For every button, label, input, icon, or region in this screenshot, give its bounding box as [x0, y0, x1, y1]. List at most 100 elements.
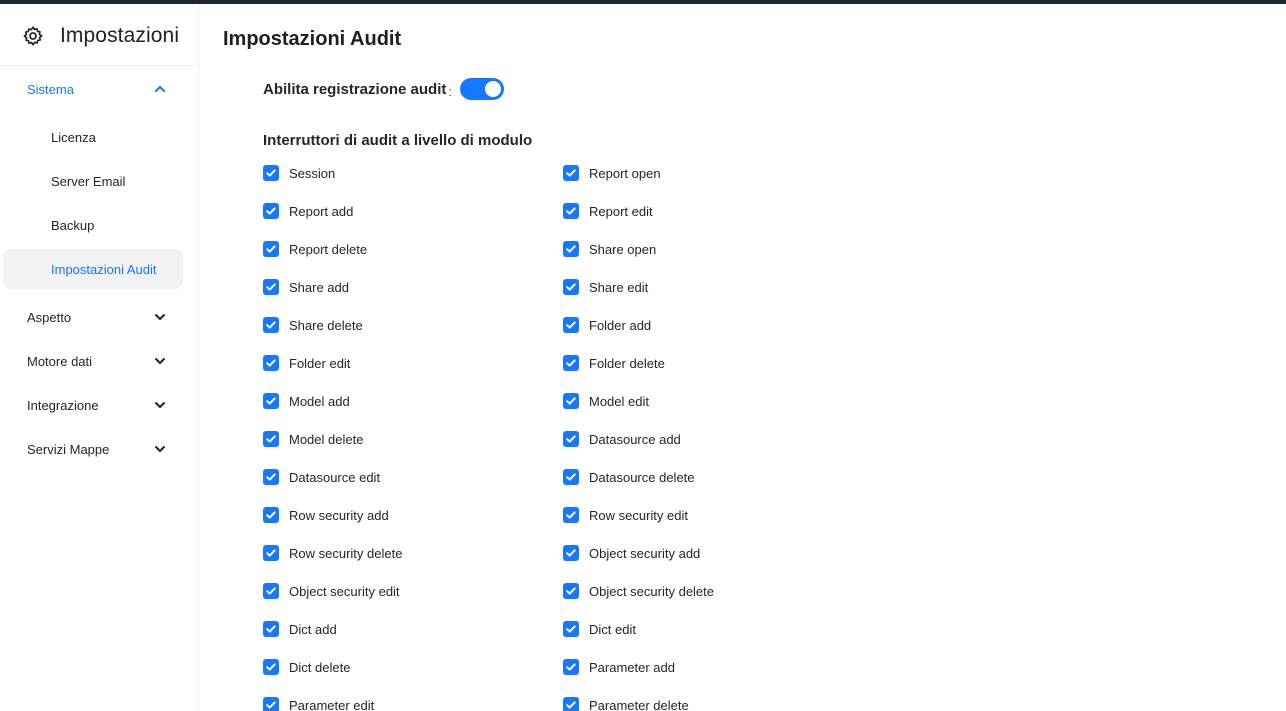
- audit-module-checkbox[interactable]: Datasource add: [563, 429, 681, 449]
- audit-module-label: Model edit: [589, 393, 649, 409]
- audit-module-label: Object security delete: [589, 583, 715, 599]
- sidebar-item-label: Licenza: [51, 129, 96, 145]
- check-icon: [563, 355, 579, 371]
- sidebar-group-label: Motore dati: [27, 353, 93, 369]
- audit-module-label: Report open: [589, 165, 661, 181]
- toggle-knob: [485, 81, 501, 97]
- audit-module-checkbox[interactable]: Folder delete: [563, 353, 665, 373]
- gear-icon: [22, 25, 44, 47]
- audit-module-checkbox[interactable]: Object security add: [563, 543, 700, 563]
- audit-module-checkbox[interactable]: Report open: [563, 163, 661, 183]
- audit-module-label: Dict add: [289, 621, 337, 637]
- check-icon: [263, 431, 279, 447]
- audit-module-checkbox[interactable]: Parameter delete: [563, 695, 689, 711]
- audit-module-checkbox[interactable]: Report delete: [263, 239, 367, 259]
- check-icon: [263, 621, 279, 637]
- check-icon: [563, 697, 579, 711]
- audit-module-label: Folder edit: [289, 355, 351, 371]
- check-icon: [563, 203, 579, 219]
- check-icon: [563, 469, 579, 485]
- audit-module-checkbox[interactable]: Dict edit: [563, 619, 636, 639]
- check-icon: [263, 545, 279, 561]
- audit-module-label: Model delete: [289, 431, 364, 447]
- sidebar-item-server-email[interactable]: Server Email: [3, 161, 183, 201]
- sidebar-group-label: Aspetto: [27, 309, 72, 325]
- audit-module-label: Row security delete: [289, 545, 403, 561]
- sidebar-group-motore-dati[interactable]: Motore dati: [3, 341, 183, 381]
- check-icon: [563, 545, 579, 561]
- sidebar-item-label: Impostazioni Audit: [51, 261, 157, 277]
- audit-module-label: Share delete: [289, 317, 363, 333]
- audit-module-checkbox[interactable]: Dict add: [263, 619, 337, 639]
- audit-module-label: Row security add: [289, 507, 389, 523]
- audit-module-label: Datasource edit: [289, 469, 381, 485]
- audit-module-checkbox[interactable]: Object security delete: [563, 581, 714, 601]
- sidebar-group-label: Integrazione: [27, 397, 99, 413]
- audit-module-label: Share open: [589, 241, 657, 257]
- audit-module-checkbox[interactable]: Row security delete: [263, 543, 402, 563]
- audit-module-checkbox[interactable]: Share add: [263, 277, 349, 297]
- sidebar-group-integrazione[interactable]: Integrazione: [3, 385, 183, 425]
- sidebar-group-servizi-mappe[interactable]: Servizi Mappe: [3, 429, 183, 469]
- check-icon: [563, 241, 579, 257]
- sidebar-header: Impostazioni: [22, 22, 179, 50]
- sidebar-item-backup[interactable]: Backup: [3, 205, 183, 245]
- audit-module-checkbox[interactable]: Report add: [263, 201, 353, 221]
- chevron-down-icon: [153, 442, 167, 456]
- audit-module-checkbox[interactable]: Row security edit: [563, 505, 688, 525]
- sidebar-group-label: Servizi Mappe: [27, 441, 110, 457]
- sidebar-item-licenza[interactable]: Licenza: [3, 117, 183, 157]
- audit-module-checkbox[interactable]: Datasource edit: [263, 467, 380, 487]
- audit-module-label: Report add: [289, 203, 354, 219]
- audit-module-checkbox[interactable]: Folder add: [563, 315, 651, 335]
- audit-module-label: Row security edit: [589, 507, 688, 523]
- audit-module-checkbox[interactable]: Object security edit: [263, 581, 400, 601]
- enable-audit-toggle[interactable]: [460, 78, 504, 100]
- sidebar-group-aspetto[interactable]: Aspetto: [3, 297, 183, 337]
- chevron-down-icon: [153, 354, 167, 368]
- audit-module-checkbox[interactable]: Share delete: [263, 315, 363, 335]
- audit-module-checkbox[interactable]: Dict delete: [263, 657, 350, 677]
- audit-module-checkbox[interactable]: Model edit: [563, 391, 649, 411]
- audit-module-checkbox[interactable]: Model delete: [263, 429, 363, 449]
- check-icon: [263, 659, 279, 675]
- sidebar-item-label: Backup: [51, 217, 95, 233]
- audit-module-label: Dict edit: [589, 621, 636, 637]
- check-icon: [563, 317, 579, 333]
- audit-module-checkbox[interactable]: Datasource delete: [563, 467, 695, 487]
- audit-module-checkbox[interactable]: Row security add: [263, 505, 389, 525]
- check-icon: [263, 583, 279, 599]
- check-icon: [563, 393, 579, 409]
- check-icon: [563, 165, 579, 181]
- audit-module-label: Share edit: [589, 279, 649, 295]
- audit-module-checkbox[interactable]: Folder edit: [263, 353, 350, 373]
- chevron-up-icon: [153, 82, 167, 96]
- audit-module-checkbox[interactable]: Session: [263, 163, 335, 183]
- check-icon: [263, 317, 279, 333]
- audit-module-checkbox[interactable]: Share edit: [563, 277, 648, 297]
- sidebar-group-sistema[interactable]: Sistema: [3, 69, 183, 109]
- audit-module-label: Parameter add: [589, 659, 675, 675]
- audit-module-checkbox[interactable]: Parameter add: [563, 657, 675, 677]
- settings-sidebar: Impostazioni Sistema Licenza Server Emai…: [0, 4, 199, 711]
- sidebar-item-impostazioni-audit[interactable]: Impostazioni Audit: [3, 249, 183, 289]
- check-icon: [263, 241, 279, 257]
- check-icon: [263, 355, 279, 371]
- audit-module-checkbox[interactable]: Model add: [263, 391, 350, 411]
- audit-module-checkbox[interactable]: Share open: [563, 239, 656, 259]
- audit-module-checkbox[interactable]: Report edit: [563, 201, 653, 221]
- audit-module-label: Datasource add: [589, 431, 681, 447]
- audit-module-label: Object security add: [589, 545, 701, 561]
- audit-module-label: Session: [289, 165, 336, 181]
- check-icon: [563, 621, 579, 637]
- enable-audit-row: Abilita registrazione audit :: [263, 76, 504, 102]
- module-switches-title: Interruttori di audit a livello di modul…: [263, 132, 533, 149]
- check-icon: [563, 507, 579, 523]
- check-icon: [263, 279, 279, 295]
- audit-module-checkbox[interactable]: Parameter edit: [263, 695, 374, 711]
- check-icon: [263, 469, 279, 485]
- check-icon: [263, 507, 279, 523]
- check-icon: [563, 279, 579, 295]
- check-icon: [563, 583, 579, 599]
- sidebar-title: Impostazioni: [60, 24, 180, 47]
